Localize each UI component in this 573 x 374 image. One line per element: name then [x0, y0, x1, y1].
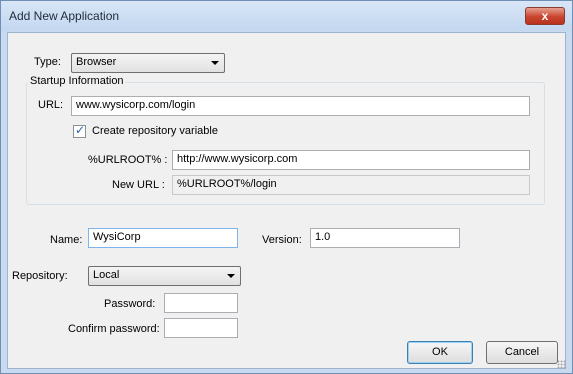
password-label: Password: — [104, 298, 156, 310]
repository-label: Repository: — [12, 270, 68, 282]
repository-select[interactable]: Local — [88, 266, 241, 286]
urlroot-label: %URLROOT% : — [88, 154, 168, 166]
type-value: Browser — [76, 56, 117, 68]
new-url-field: %URLROOT%/login — [172, 175, 530, 195]
confirm-password-input[interactable] — [164, 318, 238, 338]
type-select[interactable]: Browser — [71, 53, 225, 73]
dialog-title: Add New Application — [9, 9, 120, 23]
name-label: Name: — [50, 234, 83, 246]
repository-value: Local — [93, 269, 120, 281]
create-variable-checkbox[interactable]: ✓ — [73, 123, 86, 138]
title-bar[interactable]: Add New Application x — [1, 1, 572, 31]
name-input[interactable]: WysiCorp — [88, 228, 238, 248]
urlroot-input[interactable]: http://www.wysicorp.com — [172, 150, 530, 170]
add-application-dialog: Add New Application x Type: Browser Star… — [0, 0, 573, 374]
url-label: URL: — [38, 99, 64, 111]
ok-button[interactable]: OK — [407, 341, 473, 364]
close-icon: x — [541, 9, 549, 23]
chevron-down-icon — [227, 274, 235, 278]
resize-grip-icon[interactable] — [557, 360, 566, 369]
create-variable-label: Create repository variable — [92, 125, 218, 137]
version-input[interactable]: 1.0 — [310, 228, 460, 248]
type-label: Type: — [34, 56, 61, 68]
chevron-down-icon — [211, 61, 219, 65]
startup-info-title: Startup Information — [28, 75, 126, 87]
new-url-label: New URL : — [112, 179, 165, 191]
url-input[interactable]: www.wysicorp.com/login — [71, 96, 530, 116]
password-input[interactable] — [164, 293, 238, 313]
cancel-button[interactable]: Cancel — [486, 341, 558, 364]
confirm-password-label: Confirm password: — [68, 323, 160, 335]
version-label: Version: — [262, 234, 302, 246]
dialog-body: Type: Browser Startup Information URL: w… — [7, 32, 566, 369]
close-button[interactable]: x — [525, 7, 565, 25]
checkmark-icon: ✓ — [75, 123, 86, 137]
